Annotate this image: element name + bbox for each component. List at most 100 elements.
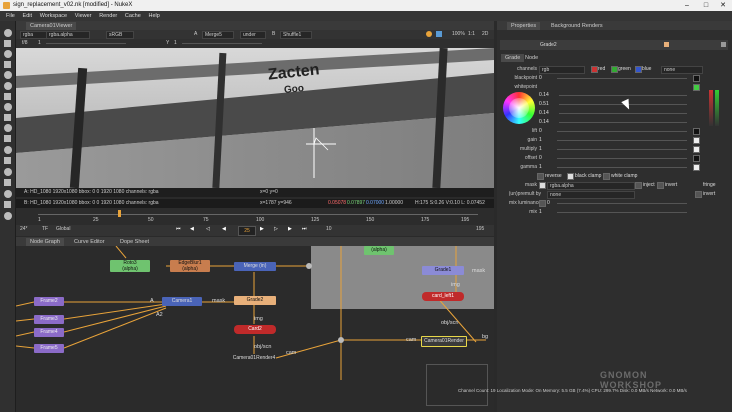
- channels-dropdown[interactable]: rgba: [20, 31, 48, 39]
- roi-icon[interactable]: [436, 31, 442, 37]
- node-name[interactable]: Grade2: [540, 42, 557, 48]
- transform-icon[interactable]: [4, 114, 11, 121]
- tab-viewer[interactable]: Camera01Viewer: [26, 22, 77, 30]
- multiply-value[interactable]: 1: [539, 146, 542, 152]
- play-icon[interactable]: ▶: [260, 226, 264, 233]
- metadata-icon[interactable]: [4, 157, 11, 164]
- node-graph[interactable]: Roto3 (alpha) EdgeBlur1 (alpha) Merge (i…: [16, 246, 494, 412]
- plugins-icon[interactable]: [4, 212, 12, 220]
- minimize-icon[interactable]: –: [678, 1, 696, 10]
- node-merge-frames[interactable]: Camera1: [162, 297, 202, 306]
- red-checkbox[interactable]: [591, 66, 598, 73]
- node-grade2[interactable]: Grade2: [234, 296, 276, 305]
- particles-icon[interactable]: [4, 135, 11, 142]
- node-alpha[interactable]: (alpha): [364, 246, 394, 255]
- layer-dropdown[interactable]: rgba.alpha: [46, 31, 90, 39]
- next-key-icon[interactable]: ▶: [288, 226, 292, 233]
- unpremult-dropdown[interactable]: none: [547, 191, 635, 199]
- timeline[interactable]: 1 25 50 75 100 125 150 175 195: [16, 208, 494, 225]
- mix-value[interactable]: 1: [539, 209, 542, 215]
- viewer-node[interactable]: [426, 364, 488, 406]
- tab-node[interactable]: Node: [521, 54, 542, 62]
- mix-luminance-value[interactable]: 0: [547, 200, 550, 206]
- lift-swatch[interactable]: [693, 128, 700, 135]
- lift-slider[interactable]: [557, 131, 687, 132]
- node-color-swatch[interactable]: [664, 42, 669, 47]
- gamma-slider[interactable]: [182, 43, 262, 44]
- node-frame3[interactable]: Frame3: [34, 315, 64, 324]
- whitepoint-swatch[interactable]: [693, 84, 700, 91]
- unpremult-invert-checkbox[interactable]: [695, 191, 702, 198]
- node-scanline-render1[interactable]: Camera01Render: [421, 336, 467, 347]
- keyer-icon[interactable]: [4, 93, 11, 100]
- node-scanline-render2[interactable]: Camera01Render4: [228, 354, 280, 363]
- viewer-canvas[interactable]: Zacten Goo: [16, 48, 494, 188]
- multiply-swatch[interactable]: [693, 146, 700, 153]
- menu-help[interactable]: Help: [148, 13, 159, 19]
- blue-checkbox[interactable]: [635, 66, 642, 73]
- colorspace-dropdown[interactable]: sRGB: [106, 31, 134, 39]
- tab-background-renders[interactable]: Background Renders: [547, 22, 607, 30]
- end-frame-field[interactable]: 195: [476, 226, 484, 233]
- hue-strip[interactable]: [709, 90, 713, 126]
- wheel-value-b[interactable]: 0.14: [539, 110, 549, 116]
- channel-icon[interactable]: [4, 61, 11, 68]
- mask-invert-checkbox[interactable]: [657, 182, 664, 189]
- gamma-slider[interactable]: [557, 167, 687, 168]
- play-back-icon[interactable]: ◀: [222, 226, 226, 233]
- other-icon[interactable]: [4, 179, 11, 186]
- offset-value[interactable]: 0: [539, 155, 542, 161]
- node-roto3[interactable]: Roto3 (alpha): [110, 260, 150, 272]
- node-frame4[interactable]: Frame4: [34, 328, 64, 337]
- wheel-value-a[interactable]: 0.14: [539, 119, 549, 125]
- menu-viewer[interactable]: Viewer: [75, 13, 92, 19]
- node-frame5[interactable]: Frame5: [34, 344, 64, 353]
- furnace-icon[interactable]: [4, 190, 12, 198]
- step-back-icon[interactable]: ◁: [206, 226, 210, 233]
- ocula-icon[interactable]: [4, 201, 11, 208]
- menu-cache[interactable]: Cache: [125, 13, 141, 19]
- tab-dope-sheet[interactable]: Dope Sheet: [116, 238, 153, 246]
- offset-swatch[interactable]: [693, 155, 700, 162]
- multiply-slider[interactable]: [557, 149, 687, 150]
- gamma-swatch[interactable]: [693, 164, 700, 171]
- lift-value[interactable]: 0: [539, 128, 542, 134]
- gain-value[interactable]: 1: [539, 137, 542, 143]
- increment-field[interactable]: 10: [326, 226, 332, 233]
- color-icon[interactable]: [4, 71, 12, 79]
- mask-dropdown[interactable]: rgba.alpha: [547, 182, 635, 190]
- image-icon[interactable]: [4, 29, 12, 37]
- prev-key-icon[interactable]: ◀: [190, 226, 194, 233]
- maximize-icon[interactable]: □: [697, 1, 715, 10]
- blackpoint-slider[interactable]: [557, 78, 687, 79]
- input-b-dropdown[interactable]: Shuffle1: [280, 31, 312, 39]
- black-clamp-checkbox[interactable]: [567, 173, 574, 180]
- node-edgeblur1[interactable]: EdgeBlur1 (alpha): [170, 260, 210, 272]
- view-mode[interactable]: 2D: [482, 31, 488, 38]
- menu-workspace[interactable]: Workspace: [40, 13, 67, 19]
- zoom-level[interactable]: 100%: [452, 31, 465, 38]
- channels-dropdown[interactable]: rgb: [539, 66, 585, 74]
- close-panel-icon[interactable]: [721, 42, 726, 47]
- channel-extra-dropdown[interactable]: none: [661, 66, 703, 74]
- wheel-slider-r[interactable]: [559, 95, 687, 96]
- close-icon[interactable]: ✕: [714, 1, 732, 10]
- toolsets-icon[interactable]: [4, 168, 12, 176]
- menu-render[interactable]: Render: [99, 13, 117, 19]
- range-dropdown[interactable]: Global: [56, 226, 70, 233]
- composite-op-dropdown[interactable]: under: [240, 31, 266, 39]
- gain-slider[interactable]: [557, 140, 687, 141]
- inject-checkbox[interactable]: [635, 182, 642, 189]
- node-card-left1[interactable]: card_left1: [422, 292, 464, 301]
- wheel-value-g[interactable]: 0.51: [539, 101, 549, 107]
- gain-slider[interactable]: [46, 43, 126, 44]
- offset-slider[interactable]: [557, 158, 687, 159]
- mask-checkbox[interactable]: [539, 182, 546, 189]
- current-frame-field[interactable]: 25: [238, 226, 256, 236]
- gamma-value[interactable]: 1: [174, 40, 177, 47]
- tab-node-graph[interactable]: Node Graph: [26, 238, 64, 246]
- mix-luminance-checkbox[interactable]: [539, 200, 546, 207]
- node-card2[interactable]: Card2: [234, 325, 276, 334]
- tf-dropdown[interactable]: TF: [42, 226, 48, 233]
- 3d-icon[interactable]: [4, 124, 12, 132]
